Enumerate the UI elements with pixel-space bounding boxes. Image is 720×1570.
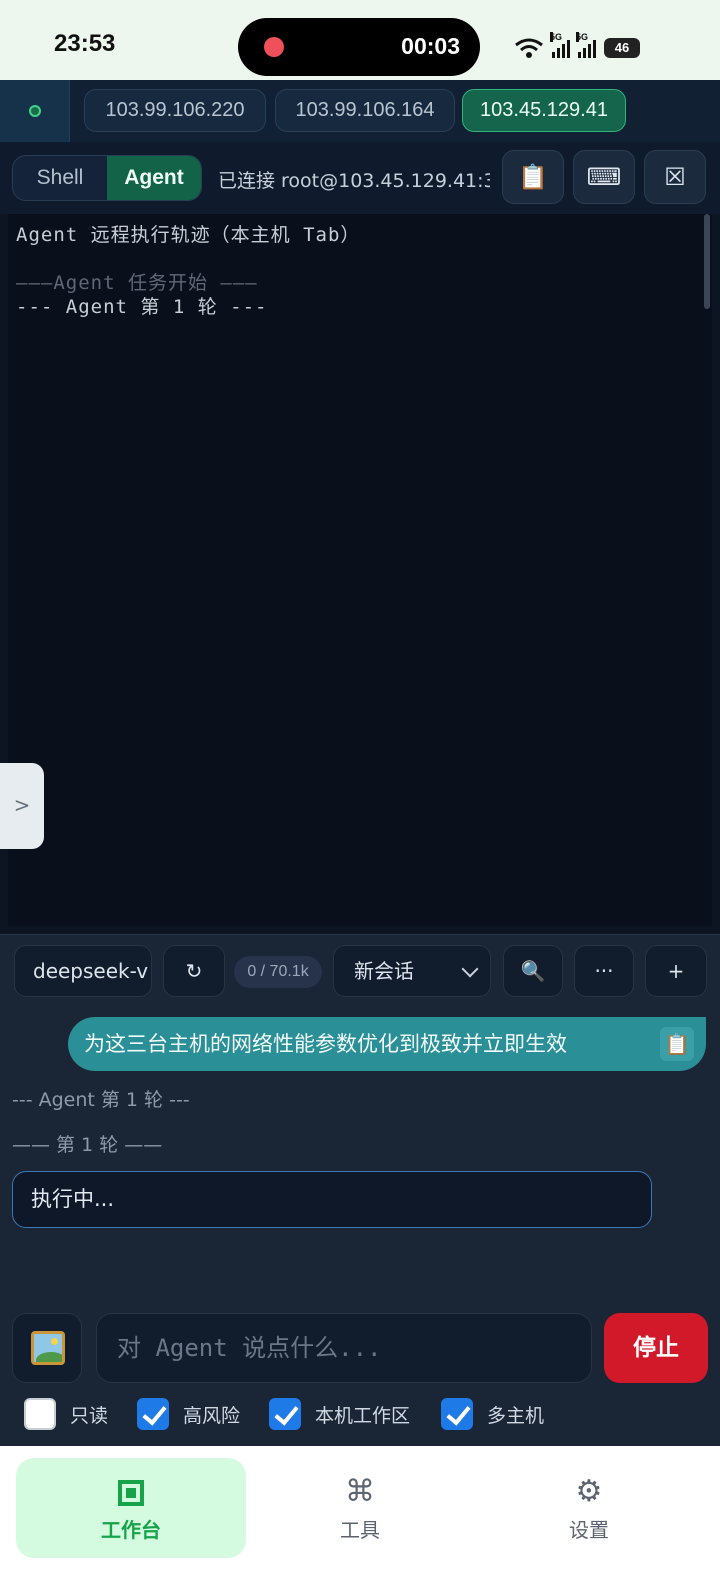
host-status-indicator[interactable]	[0, 80, 70, 142]
session-select-value: 新会话	[354, 959, 414, 983]
side-panel-toggle[interactable]: >	[0, 763, 44, 849]
terminal-line: --- Agent 第 1 轮 ---	[16, 296, 268, 318]
network-tag: 5G	[550, 32, 563, 42]
terminal-line: Agent 远程执行轨迹（本主机 Tab）	[16, 224, 361, 246]
close-icon: ☒	[664, 163, 686, 191]
executing-status: 执行中...	[12, 1171, 652, 1228]
option-label: 高风险	[183, 1404, 241, 1427]
clipboard-icon: 📋	[518, 163, 548, 191]
nav-settings[interactable]: ⚙ 设置	[474, 1458, 704, 1558]
log-round-line: --- Agent 第 1 轮 ---	[12, 1089, 190, 1111]
clock: 23:53	[54, 30, 116, 57]
wifi-icon	[515, 38, 543, 58]
battery-icon: 46	[604, 38, 640, 58]
option-label: 多主机	[487, 1404, 545, 1427]
recording-dot-icon	[264, 37, 284, 57]
log-divider: —— 第 1 轮 ——	[12, 1134, 163, 1156]
attach-image-button[interactable]	[12, 1313, 82, 1383]
network-tag-2: 5G	[576, 32, 589, 42]
terminal-line: ———Agent 任务开始 ———	[16, 272, 258, 294]
host-tab-bar: 103.99.106.220 103.99.106.164 103.45.129…	[0, 80, 720, 142]
option-label: 只读	[70, 1404, 109, 1427]
close-terminal-button[interactable]: ☒	[644, 150, 706, 204]
model-select[interactable]: deepseek-v	[14, 945, 152, 997]
host-tab-2[interactable]: 103.99.106.164	[275, 89, 455, 132]
refresh-button[interactable]: ↻	[163, 945, 225, 997]
workbench-icon	[16, 1474, 246, 1510]
search-button[interactable]: 🔍	[503, 945, 563, 997]
refresh-icon: ↻	[185, 959, 203, 983]
bottom-nav: 工作台 ⌘ 工具 ⚙ 设置	[0, 1446, 720, 1570]
user-message-text: 为这三台主机的网络性能参数优化到极致并立即生效	[84, 1032, 567, 1056]
new-session-button[interactable]: +	[645, 945, 707, 997]
agent-panel: deepseek-v ↻ 0 / 70.1k 新会话 🔍 ··· + 为这三台主…	[0, 934, 720, 1446]
tab-shell[interactable]: Shell	[13, 156, 107, 200]
signal-icon: 5G	[550, 32, 570, 58]
token-usage-badge: 0 / 70.1k	[234, 956, 322, 988]
clipboard-icon: 📋	[664, 1032, 690, 1056]
image-icon	[31, 1331, 65, 1365]
status-bar: 23:53 00:03 5G 5G 46	[0, 0, 720, 80]
command-icon: ⌘	[345, 1474, 375, 1509]
status-icons: 5G 5G 46	[514, 32, 640, 60]
nav-tools[interactable]: ⌘ 工具	[245, 1458, 475, 1558]
host-tab-3[interactable]: 103.45.129.41	[462, 89, 626, 132]
more-icon: ···	[594, 959, 614, 983]
high-risk-checkbox[interactable]	[137, 1398, 169, 1430]
terminal-scrollbar[interactable]	[704, 214, 710, 309]
user-message-bubble: 为这三台主机的网络性能参数优化到极致并立即生效 📋	[68, 1017, 706, 1071]
nav-label: 工具	[340, 1518, 380, 1542]
terminal-output[interactable]: Agent 远程执行轨迹（本主机 Tab） ———Agent 任务开始 ——— …	[8, 214, 712, 926]
multi-host-checkbox[interactable]	[441, 1398, 473, 1430]
readonly-checkbox[interactable]	[24, 1398, 56, 1430]
keyboard-button[interactable]: ⌨	[573, 150, 635, 204]
search-icon: 🔍	[520, 959, 546, 983]
copy-message-button[interactable]: 📋	[660, 1027, 694, 1061]
status-dot-icon	[29, 105, 41, 117]
nav-label: 工作台	[101, 1518, 161, 1542]
plus-icon: +	[667, 959, 685, 983]
stop-button[interactable]: 停止	[604, 1313, 708, 1383]
option-multi-host[interactable]: 多主机	[441, 1397, 544, 1431]
tab-agent[interactable]: Agent	[107, 156, 201, 200]
option-high-risk[interactable]: 高风险	[137, 1397, 240, 1431]
chevron-down-icon	[461, 960, 479, 978]
recording-pill[interactable]: 00:03	[238, 18, 480, 76]
session-select[interactable]: 新会话	[333, 945, 491, 997]
chat-input[interactable]	[96, 1313, 592, 1383]
more-button[interactable]: ···	[574, 945, 634, 997]
option-label: 本机工作区	[315, 1404, 411, 1427]
nav-label: 设置	[569, 1518, 609, 1542]
nav-workbench[interactable]: 工作台	[16, 1458, 246, 1558]
local-workspace-checkbox[interactable]	[269, 1398, 301, 1430]
signal-icon-2: 5G	[576, 32, 596, 58]
terminal-header: Shell Agent 已连接 root@103.45.129.41:3... …	[0, 142, 720, 214]
gear-icon: ⚙	[575, 1474, 603, 1509]
mode-toggle: Shell Agent	[12, 155, 202, 201]
recording-time: 00:03	[401, 33, 460, 59]
host-tab-1[interactable]: 103.99.106.220	[84, 89, 266, 132]
clipboard-button[interactable]: 📋	[502, 150, 564, 204]
option-local-workspace[interactable]: 本机工作区	[269, 1397, 410, 1431]
keyboard-icon: ⌨	[586, 163, 622, 191]
option-readonly[interactable]: 只读	[24, 1397, 108, 1431]
connection-status: 已连接 root@103.45.129.41:3...	[218, 170, 490, 192]
